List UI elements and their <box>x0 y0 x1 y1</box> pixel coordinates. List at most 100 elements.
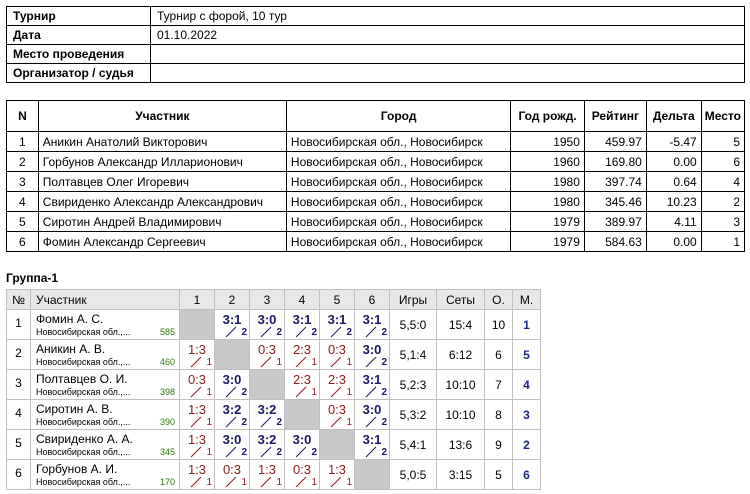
match-points: 1 <box>346 477 352 488</box>
group-row-number: 1 <box>6 309 31 340</box>
group-result-cell: 1:3 1 <box>179 429 215 460</box>
group-participant-name: Полтавцев О. И. <box>36 372 128 386</box>
info-value: 01.10.2022 <box>150 25 745 45</box>
participant-place: 2 <box>700 191 746 212</box>
info-row-tournament: Турнир Турнир с форой, 10 тур <box>6 6 745 26</box>
participant-name: Полтавцев Олег Игоревич <box>37 171 287 192</box>
match-points: 1 <box>311 387 317 398</box>
group-participant-cell: Свириденко А. А. Новосибирская обл.,... 34… <box>30 429 180 460</box>
group-title: Группа-1 <box>6 271 59 285</box>
group-participant-city: Новосибирская обл.,... <box>36 387 131 397</box>
match-score: 0:3 <box>292 462 312 477</box>
info-label: Место проведения <box>6 44 151 64</box>
match-points: 2 <box>241 447 247 458</box>
group-place: 3 <box>512 399 541 430</box>
slash-icon <box>365 416 377 428</box>
participant-name: Аникин Анатолий Викторович <box>37 131 287 152</box>
participant-city: Новосибирская обл., Новосибирск <box>285 151 512 172</box>
group-participant-name: Аникин А. В. <box>36 342 106 356</box>
group-result-cell: 3:1 2 <box>354 369 390 400</box>
group-col-header-games: Игры <box>389 289 437 310</box>
slash-icon <box>330 416 342 428</box>
participant-number: 3 <box>6 171 39 192</box>
group-row: 3 Полтавцев О. И. Новосибирская обл.,... 39… <box>6 369 541 400</box>
slash-icon <box>330 326 342 338</box>
col-header-city: Город <box>285 100 512 132</box>
slash-icon <box>225 386 237 398</box>
match-score: 3:2 <box>222 402 242 417</box>
match-score: 0:3 <box>222 462 242 477</box>
slash-icon <box>190 356 202 368</box>
match-points: 2 <box>276 447 282 458</box>
slash-icon <box>260 476 272 488</box>
group-result-cell: 2:3 1 <box>319 369 355 400</box>
info-row-venue: Место проведения <box>6 44 745 64</box>
participant-rating: 397.74 <box>583 171 647 192</box>
group-participant-name: Свириденко А. А. <box>36 432 133 446</box>
participant-city: Новосибирская обл., Новосибирск <box>285 171 512 192</box>
group-participant-name: Горбунов А. И. <box>36 462 118 476</box>
group-row: 5 Свириденко А. А. Новосибирская обл.,... 3… <box>6 429 541 460</box>
group-place: 1 <box>512 309 541 340</box>
group-place: 5 <box>512 339 541 370</box>
group-participant-name: Сиротин А. В. <box>36 402 113 416</box>
participant-place: 4 <box>700 171 746 192</box>
group-participant-name: Фомин А. С. <box>36 312 104 326</box>
match-score: 1:3 <box>187 402 207 417</box>
group-result-cell: 1:3 1 <box>179 339 215 370</box>
participant-delta: -5.47 <box>645 131 702 152</box>
slash-icon <box>225 326 237 338</box>
match-score: 3:1 <box>362 432 382 447</box>
group-col-header-3: 3 <box>249 289 285 310</box>
group-result-cell: 2:3 1 <box>284 369 320 400</box>
participant-birth-year: 1950 <box>510 131 585 152</box>
group-row-number: 2 <box>6 339 31 370</box>
match-points: 1 <box>346 417 352 428</box>
group-place: 2 <box>512 429 541 460</box>
slash-icon <box>225 416 237 428</box>
match-score: 3:1 <box>222 312 242 327</box>
group-col-header-points: О. <box>484 289 513 310</box>
group-participant-cell: Сиротин А. В. Новосибирская обл.,... 390 <box>30 399 180 430</box>
group-result-cell: 0:3 1 <box>319 339 355 370</box>
match-points: 1 <box>206 387 212 398</box>
info-label: Турнир <box>6 6 151 26</box>
participant-place: 1 <box>700 231 746 252</box>
group-row-number: 6 <box>6 459 31 490</box>
match-points: 1 <box>276 357 282 368</box>
col-header-rating: Рейтинг <box>583 100 647 132</box>
slash-icon <box>330 476 342 488</box>
slash-icon <box>295 446 307 458</box>
col-header-n: N <box>6 100 39 132</box>
group-result-cell: 3:1 2 <box>214 309 250 340</box>
match-points: 1 <box>346 357 352 368</box>
group-row-number: 4 <box>6 399 31 430</box>
participant-place: 6 <box>700 151 746 172</box>
participant-row: 4 Свириденко Александр Александрович Новос… <box>6 191 746 212</box>
slash-icon <box>365 356 377 368</box>
group-place: 6 <box>512 459 541 490</box>
match-score: 3:0 <box>362 342 382 357</box>
match-points: 2 <box>241 387 247 398</box>
group-row: 2 Аникин А. В. Новосибирская обл.,... 460 1:… <box>6 339 541 370</box>
match-points: 1 <box>206 417 212 428</box>
match-points: 2 <box>241 417 247 428</box>
participant-name: Свириденко Александр Александрович <box>37 191 287 212</box>
group-sets: 10:10 <box>436 369 485 400</box>
group-diagonal-cell <box>179 309 215 340</box>
info-label: Дата <box>6 25 151 45</box>
match-score: 3:1 <box>292 312 312 327</box>
participant-rating: 345.46 <box>583 191 647 212</box>
group-row: 4 Сиротин А. В. Новосибирская обл.,... 390 1… <box>6 399 541 430</box>
group-result-cell: 0:3 1 <box>214 459 250 490</box>
group-points: 6 <box>484 339 513 370</box>
match-score: 3:0 <box>222 372 242 387</box>
group-col-header-place: М. <box>512 289 541 310</box>
slash-icon <box>260 416 272 428</box>
group-result-cell: 1:3 1 <box>319 459 355 490</box>
participant-number: 1 <box>6 131 39 152</box>
col-header-place: Место <box>700 100 746 132</box>
slash-icon <box>365 446 377 458</box>
participant-place: 5 <box>700 131 746 152</box>
match-points: 1 <box>311 357 317 368</box>
